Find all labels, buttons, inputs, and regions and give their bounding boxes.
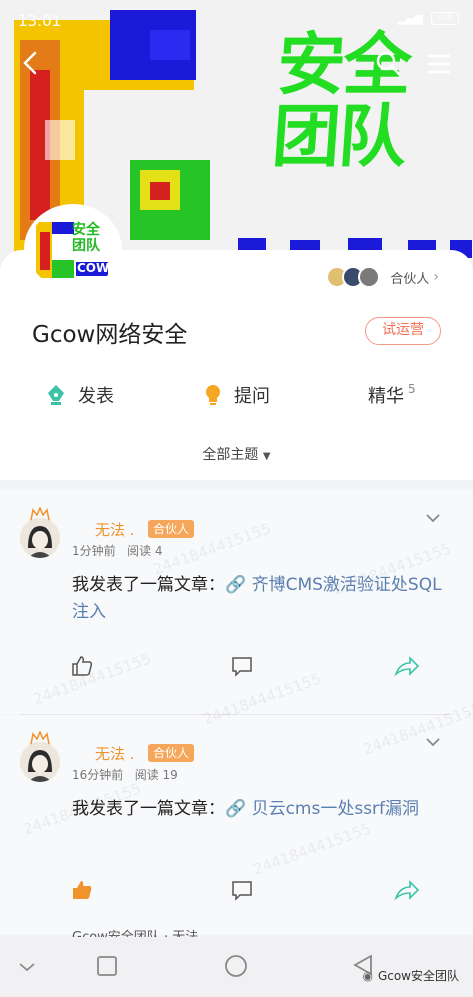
wechat-account-tag: ◉ Gcow安全团队: [362, 967, 459, 984]
wechat-account-name: Gcow安全团队: [377, 969, 459, 983]
topic-filter-label: 全部主题: [202, 447, 259, 463]
avatar[interactable]: [20, 518, 60, 558]
avatar[interactable]: [20, 742, 60, 782]
caret-down-icon: ▼: [262, 451, 271, 462]
post-content: 我发表了一篇文章：🔗 贝云cms一处ssrf漏洞: [72, 796, 442, 823]
post-content: 我发表了一篇文章：🔗 齐博CMS激活验证处SQL注入: [72, 572, 442, 626]
status-time: 13:01: [18, 12, 62, 30]
group-logo[interactable]: 安全 团队 COW: [28, 208, 118, 290]
partners-label: 合伙人: [390, 271, 430, 287]
chevron-down-icon[interactable]: [424, 736, 442, 748]
role-badge: 合伙人: [148, 744, 195, 762]
banner-title: 安全 团队: [269, 26, 413, 177]
share-icon[interactable]: [394, 878, 420, 902]
post-button[interactable]: 发表: [46, 382, 114, 408]
logo-title: 安全 团队: [72, 222, 100, 254]
search-icon[interactable]: [373, 48, 403, 78]
menu-icon[interactable]: [424, 50, 454, 78]
post-meta: 16分钟前 阅读 19: [72, 766, 178, 783]
lightbulb-icon: [206, 385, 220, 405]
home-icon[interactable]: [224, 954, 248, 978]
group-name: Gcow网络安全: [32, 322, 188, 348]
recent-apps-icon[interactable]: [96, 955, 118, 977]
featured-tab[interactable]: 精华 5: [368, 382, 416, 408]
topic-filter-dropdown[interactable]: 全部主题 ▼: [0, 444, 473, 464]
share-icon[interactable]: [394, 654, 420, 678]
section-separator: [0, 480, 473, 490]
post-read-count: 阅读 19: [134, 768, 178, 782]
comment-icon[interactable]: [230, 878, 254, 902]
feed-post[interactable]: [0, 715, 473, 935]
partner-avatar: [358, 266, 381, 288]
signal-icon: ▂▄▆: [397, 12, 423, 25]
author-name[interactable]: 无法 .: [95, 519, 135, 540]
like-icon-liked[interactable]: [70, 878, 94, 902]
author-name[interactable]: 无法 .: [95, 743, 135, 764]
post-text: 我发表了一篇文章：: [72, 799, 225, 819]
avatar-image: [20, 518, 60, 558]
post-label: 发表: [78, 386, 114, 407]
status-icons: ▂▄▆ 100: [398, 12, 459, 25]
ask-button[interactable]: 提问: [204, 382, 270, 408]
post-time: 1分钟前: [72, 544, 116, 558]
collapse-icon[interactable]: [16, 957, 38, 977]
partners-entry[interactable]: 合伙人 ›: [326, 266, 439, 288]
back-icon[interactable]: [16, 48, 46, 78]
featured-label: 精华: [368, 386, 404, 407]
article-link[interactable]: 🔗 贝云cms一处ssrf漏洞: [225, 799, 419, 819]
featured-count: 5: [408, 382, 416, 396]
role-badge: 合伙人: [148, 520, 195, 538]
post-text: 我发表了一篇文章：: [72, 575, 225, 595]
pen-nib-icon: [48, 385, 64, 405]
ask-label: 提问: [234, 386, 270, 407]
status-bar: 13:01 ▂▄▆ 100: [0, 0, 473, 44]
avatar-image: [20, 742, 60, 782]
wechat-icon: ◉: [362, 968, 373, 983]
system-navigation-bar: ◉ Gcow安全团队: [0, 937, 473, 997]
chevron-down-icon[interactable]: [424, 512, 442, 524]
battery-icon: 100: [431, 12, 459, 25]
post-meta: 1分钟前 阅读 4: [72, 542, 163, 559]
chevron-right-icon: ›: [433, 269, 439, 285]
status-badge: 试运营: [365, 317, 441, 345]
post-time: 16分钟前: [72, 768, 124, 782]
comment-icon[interactable]: [230, 654, 254, 678]
logo-word: COW: [77, 261, 110, 275]
like-icon[interactable]: [70, 654, 94, 678]
post-read-count: 阅读 4: [127, 544, 163, 558]
